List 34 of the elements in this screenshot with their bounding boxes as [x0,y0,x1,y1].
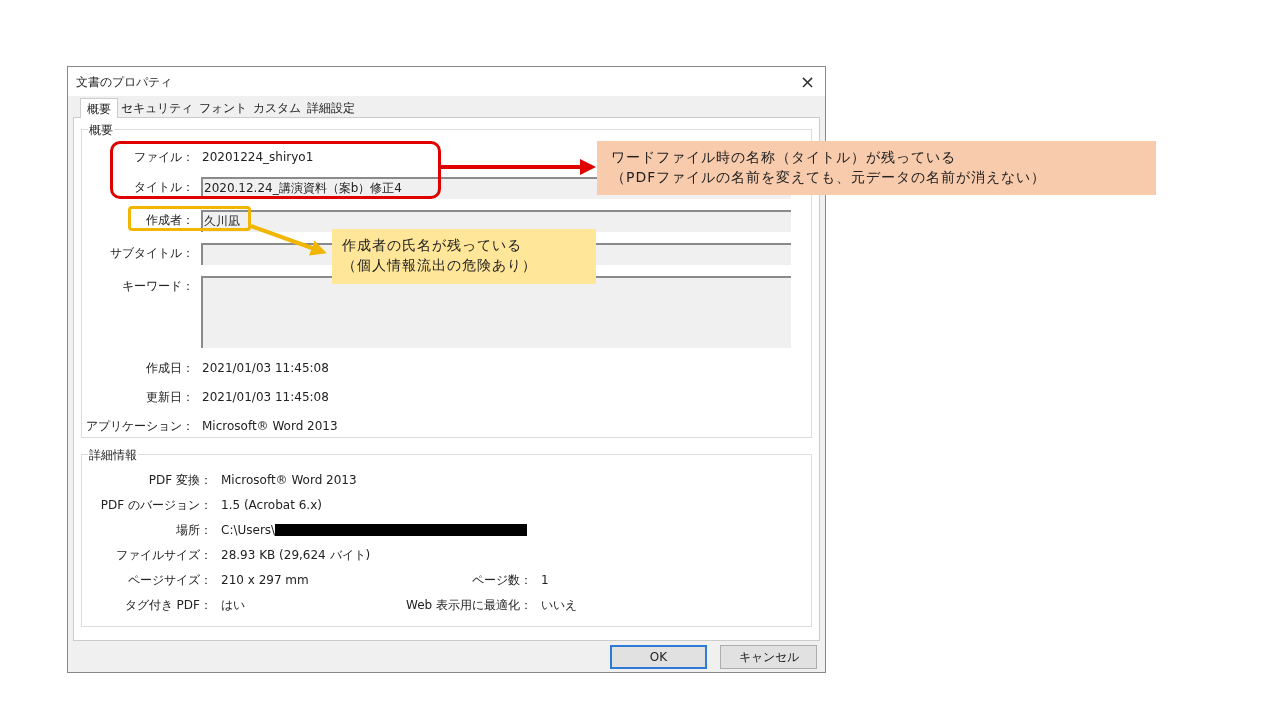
field-label: PDF のバージョン： [99,497,212,514]
field-label: タグ付き PDF： [123,597,212,614]
field-value: 20201224_shiryo1 [202,149,314,166]
field-label: タイトル： [134,179,194,196]
field-label: アプリケーション： [86,418,194,435]
field-value: はい [221,597,245,614]
field-label: 作成日： [146,360,194,377]
field-value: 1 [541,572,549,589]
field-label: Web 表示用に最適化： [405,597,532,614]
field-value: 1.5 (Acrobat 6.x) [221,497,322,514]
field-label: PDF 変換： [147,472,212,489]
field-label: ファイルサイズ： [115,547,212,564]
field-value: いいえ [541,597,577,614]
field-value: C:\Users\ [221,522,276,539]
field-label: ページ数： [471,572,532,589]
group-title: 詳細情報 [88,446,138,464]
field-label: 場所： [175,522,212,539]
window-title: 文書のプロパティ [76,73,172,91]
callout-text: （個人情報流出の危険あり） [342,256,538,275]
field-label: 更新日： [146,389,194,406]
field-label: キーワード： [122,278,194,295]
field-value: 28.93 KB (29,624 バイト) [221,547,371,564]
field-value: 2021/01/03 11:45:08 [202,389,329,406]
field-value: 210 x 297 mm [221,572,309,589]
callout-text: ワードファイル時の名称（タイトル）が残っている [611,148,957,167]
group-title: 概要 [88,121,114,139]
callout-text: 作成者の氏名が残っている [342,236,523,255]
field-label: サブタイトル： [110,245,194,262]
field-label: ページサイズ： [127,572,212,589]
field-value: Microsoft® Word 2013 [202,418,338,435]
field-label: ファイル： [134,149,194,166]
field-value: Microsoft® Word 2013 [221,472,357,489]
field-value: 2021/01/03 11:45:08 [202,360,329,377]
field-label: 作成者： [146,212,194,229]
